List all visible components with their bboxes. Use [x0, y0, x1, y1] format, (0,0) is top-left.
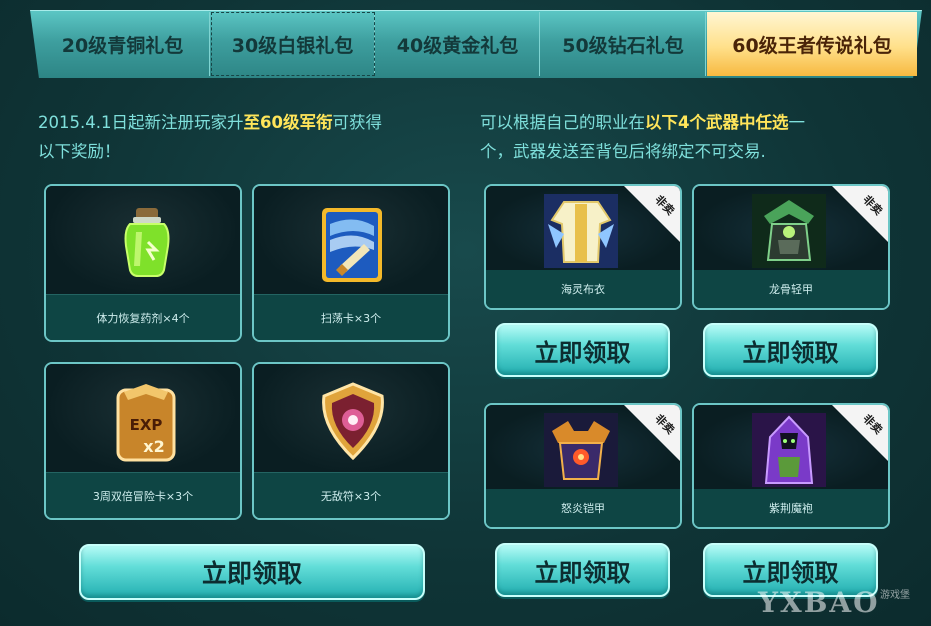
watermark-logo: YXBAO — [758, 586, 880, 619]
weapon-name: 海灵布衣 — [486, 270, 680, 308]
robe-icon — [544, 194, 618, 268]
gift-page: 20级青铜礼包 30级白银礼包 40级黄金礼包 50级钻石礼包 60级王者传说礼… — [0, 0, 931, 626]
tab-bar: 20级青铜礼包 30级白银礼包 40级黄金礼包 50级钻石礼包 60级王者传说礼… — [30, 10, 922, 78]
reward-name: 体力恢复药剂×4个 — [46, 294, 240, 340]
reward-image-area — [46, 186, 240, 296]
weapon-name: 龙骨轻甲 — [694, 270, 888, 308]
weapon-card-light-armor[interactable]: 非卖 龙骨轻甲 — [692, 184, 890, 310]
shield-icon — [322, 382, 384, 460]
potion-icon — [124, 208, 170, 277]
tab-level-60[interactable]: 60级王者传说礼包 — [707, 12, 917, 76]
reward-name: 扫荡卡×3个 — [254, 294, 448, 340]
sweep-card-icon — [322, 208, 382, 282]
exp-card-icon: EXP x2 — [116, 384, 176, 462]
left-intro-line2: 以下奖励！ — [38, 142, 121, 161]
right-intro-prefix: 可以根据自己的职业在 — [480, 113, 645, 132]
left-intro-prefix: 2015.4.1日起新注册玩家升 — [38, 113, 244, 132]
right-intro-highlight: 以下4个武器中任选 — [645, 113, 789, 132]
reward-image-area: EXP x2 — [46, 364, 240, 474]
right-intro: 可以根据自己的职业在以下4个武器中任选一 个，武器发送至背包后将绑定不可交易. — [480, 108, 900, 166]
weapon-name: 紫荆魔袍 — [694, 489, 888, 527]
claim-button-light-armor[interactable]: 立即领取 — [703, 323, 878, 377]
watermark-sub: 游戏堡 — [880, 590, 910, 601]
reward-card-shield: 无敌符×3个 — [252, 362, 450, 520]
claim-button-heavy-armor[interactable]: 立即领取 — [495, 543, 670, 597]
claim-button-left[interactable]: 立即领取 — [79, 544, 425, 600]
svg-text:x2: x2 — [143, 437, 164, 456]
right-intro-line2: 个，武器发送至背包后将绑定不可交易. — [480, 142, 766, 161]
tab-level-20[interactable]: 20级青铜礼包 — [36, 12, 210, 76]
reward-image-area — [254, 186, 448, 296]
tab-level-50[interactable]: 50级钻石礼包 — [541, 12, 706, 76]
claim-button-robe[interactable]: 立即领取 — [495, 323, 670, 377]
tab-level-40[interactable]: 40级黄金礼包 — [376, 12, 540, 76]
weapon-card-heavy-armor[interactable]: 非卖 怒炎铠甲 — [484, 403, 682, 529]
reward-image-area — [254, 364, 448, 474]
heavy-armor-icon — [544, 413, 618, 487]
left-intro-highlight: 至60级军衔 — [243, 113, 333, 132]
weapon-card-magic-robe[interactable]: 非卖 紫荆魔袍 — [692, 403, 890, 529]
reward-name: 无敌符×3个 — [254, 472, 448, 518]
left-intro-suffix: 可获得 — [332, 113, 382, 132]
not-for-sale-badge: 非卖 — [832, 186, 888, 242]
not-for-sale-badge: 非卖 — [624, 186, 680, 242]
tab-level-30[interactable]: 30级白银礼包 — [211, 12, 375, 76]
not-for-sale-badge: 非卖 — [832, 405, 888, 461]
reward-card-sweep: 扫荡卡×3个 — [252, 184, 450, 342]
weapon-card-robe[interactable]: 非卖 海灵布衣 — [484, 184, 682, 310]
reward-card-potion: 体力恢复药剂×4个 — [44, 184, 242, 342]
reward-name: 3周双倍冒险卡×3个 — [46, 472, 240, 518]
left-intro: 2015.4.1日起新注册玩家升至60级军衔可获得 以下奖励！ — [38, 108, 458, 166]
svg-text:EXP: EXP — [130, 416, 163, 434]
reward-card-exp: EXP x2 3周双倍冒险卡×3个 — [44, 362, 242, 520]
light-armor-icon — [752, 194, 826, 268]
not-for-sale-badge: 非卖 — [624, 405, 680, 461]
weapon-name: 怒炎铠甲 — [486, 489, 680, 527]
right-intro-suffix: 一 — [788, 113, 805, 132]
magic-robe-icon — [752, 413, 826, 487]
